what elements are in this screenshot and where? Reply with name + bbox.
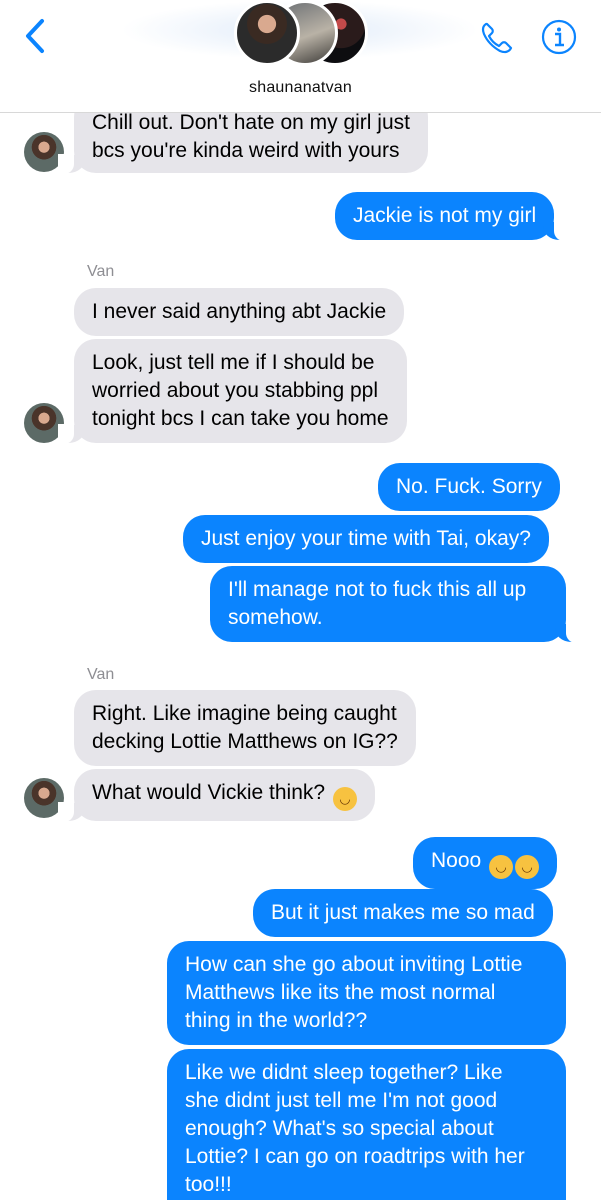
chevron-left-icon xyxy=(26,19,44,53)
message-line: What would Vickie think? xyxy=(92,781,326,804)
sent-message[interactable]: How can she go about inviting Lottie Mat… xyxy=(167,941,566,1045)
sent-message[interactable]: Jackie is not my girl xyxy=(335,192,571,241)
message-line: Right. Like imagine being caught xyxy=(92,702,397,725)
received-message[interactable]: What would Vickie think? ◡ xyxy=(58,769,375,822)
message-line: Like we didnt sleep together? Like xyxy=(185,1061,503,1084)
sender-label: Van xyxy=(87,263,115,280)
message-line: Look, just tell me if I should be xyxy=(92,351,375,374)
sent-message[interactable]: But it just makes me so mad xyxy=(253,889,553,937)
sent-message[interactable]: Just enjoy your time with Tai, okay? xyxy=(183,515,549,563)
message-line: I never said anything abt Jackie xyxy=(92,300,387,323)
info-button[interactable] xyxy=(541,19,577,55)
sent-message[interactable]: No. Fuck. Sorry xyxy=(378,463,560,511)
phone-icon xyxy=(481,22,513,54)
message-line: worried about you stabbing ppl xyxy=(92,379,379,402)
message-line: she didnt just tell me I'm not good xyxy=(185,1089,498,1112)
message-line: Chill out. Don't hate on my girl just xyxy=(92,111,410,134)
message-line: bcs you're kinda weird with yours xyxy=(92,139,400,162)
message-line: tonight bcs I can take you home xyxy=(92,407,389,430)
sent-message[interactable]: I'll manage not to fuck this all up some… xyxy=(210,566,582,643)
sender-label: Van xyxy=(87,666,115,683)
message-line: somehow. xyxy=(228,606,323,629)
message-line: too!!! xyxy=(185,1173,232,1196)
message-line: No. Fuck. Sorry xyxy=(396,475,542,498)
message-line: But it just makes me so mad xyxy=(271,901,535,924)
message-line: Jackie is not my girl xyxy=(353,204,537,227)
crying-face-icon: ◡ xyxy=(515,855,540,879)
message-line: decking Lottie Matthews on IG?? xyxy=(92,730,398,753)
group-avatars[interactable] xyxy=(232,0,372,66)
message-line: enough? What's so special about xyxy=(185,1117,494,1140)
sent-message[interactable]: Like we didnt sleep together? Like she d… xyxy=(167,1049,566,1200)
call-button[interactable] xyxy=(478,20,516,56)
contact-name[interactable]: shaunanatvan xyxy=(0,79,601,97)
message-line: thing in the world?? xyxy=(185,1009,368,1032)
message-line: Just enjoy your time with Tai, okay? xyxy=(201,527,531,550)
message-line: Matthews like its the most normal xyxy=(185,981,496,1004)
crying-face-icon: ◡ xyxy=(489,855,514,879)
info-icon xyxy=(541,19,577,55)
message-line: I'll manage not to fuck this all up xyxy=(228,578,527,601)
received-message[interactable]: Look, just tell me if I should be worrie… xyxy=(58,339,407,444)
message-line: Lottie? I can go on roadtrips with her xyxy=(185,1145,525,1168)
avatar xyxy=(234,0,300,66)
conversation-header: shaunanatvan xyxy=(0,0,601,113)
back-button[interactable] xyxy=(18,16,52,56)
message-line: Nooo xyxy=(431,849,482,872)
received-message[interactable]: Right. Like imagine being caught decking… xyxy=(74,690,416,766)
received-message[interactable]: I never said anything abt Jackie xyxy=(74,288,405,336)
message-line: How can she go about inviting Lottie xyxy=(185,953,523,976)
sent-message[interactable]: Nooo ◡ ◡ xyxy=(413,837,558,889)
crying-face-icon: ◡ xyxy=(332,787,357,811)
